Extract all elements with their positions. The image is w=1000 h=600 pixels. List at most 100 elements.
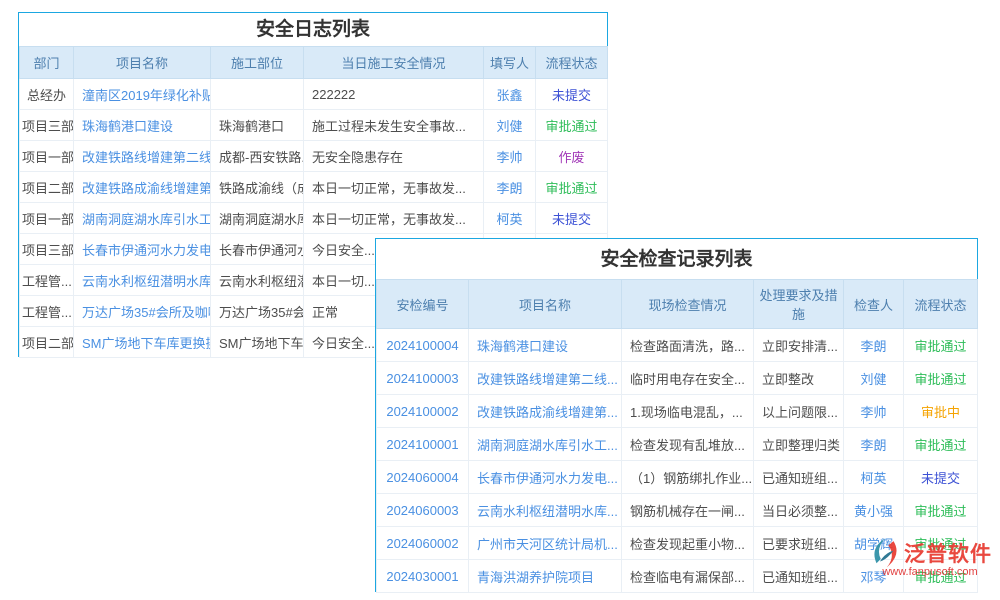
dept-cell: 工程管...	[20, 296, 74, 327]
measures-cell: 当日必须整...	[754, 494, 844, 527]
project-link[interactable]: 广州市天河区统计局机...	[469, 527, 622, 560]
location-cell: 铁路成渝线（成...	[211, 172, 304, 203]
check-id-link[interactable]: 2024060002	[377, 527, 469, 560]
writer-cell: 李朗	[484, 172, 536, 203]
status-badge: 审批通过	[904, 428, 978, 461]
status-badge: 审批通过	[904, 494, 978, 527]
col-header-inspector: 检查人	[844, 280, 904, 329]
table-row: 项目一部湖南洞庭湖水库引水工程...湖南洞庭湖水库本日一切正常，无事故发...柯…	[20, 203, 608, 234]
safety-check-title: 安全检查记录列表	[376, 239, 977, 279]
check-id-link[interactable]: 2024100001	[377, 428, 469, 461]
project-link[interactable]: 湖南洞庭湖水库引水工程...	[74, 203, 211, 234]
table-row: 2024030001青海洪湖养护院项目检查临电有漏保部...已通知班组...邓琴…	[377, 560, 978, 593]
col-header-project: 项目名称	[74, 47, 211, 79]
writer-cell: 张鑫	[484, 79, 536, 110]
page: 安全日志列表 部门 项目名称 施工部位 当日施工安全情况 填写人 流程状态 总经…	[0, 0, 1000, 600]
inspector-cell: 李帅	[844, 395, 904, 428]
table-row: 项目一部改建铁路线增建第二线直...成都-西安铁路...无安全隐患存在李帅作废	[20, 141, 608, 172]
check-id-link[interactable]: 2024100003	[377, 362, 469, 395]
measures-cell: 已要求班组...	[754, 527, 844, 560]
safety-cell: 施工过程未发生安全事故...	[304, 110, 484, 141]
col-header-writer: 填写人	[484, 47, 536, 79]
status-badge: 审批通过	[904, 329, 978, 362]
dept-cell: 项目一部	[20, 141, 74, 172]
table-row: 2024060002广州市天河区统计局机...检查发现起重小物...已要求班组.…	[377, 527, 978, 560]
site-check-cell: 检查发现有乱堆放...	[622, 428, 754, 461]
status-badge: 审批通过	[904, 560, 978, 593]
project-link[interactable]: 湖南洞庭湖水库引水工...	[469, 428, 622, 461]
status-badge: 审批通过	[536, 172, 608, 203]
safety-log-title: 安全日志列表	[19, 13, 607, 46]
measures-cell: 立即安排清...	[754, 329, 844, 362]
project-link[interactable]: 云南水利枢纽潜明水库一...	[74, 265, 211, 296]
project-link[interactable]: 改建铁路线增建第二线直...	[74, 141, 211, 172]
safety-check-table: 安检编号 项目名称 现场检查情况 处理要求及措施 检查人 流程状态 202410…	[376, 279, 978, 593]
writer-cell: 刘健	[484, 110, 536, 141]
status-badge: 未提交	[904, 461, 978, 494]
table-row: 2024100003改建铁路线增建第二线...临时用电存在安全...立即整改刘健…	[377, 362, 978, 395]
project-link[interactable]: 改建铁路成渝线增建第...	[469, 395, 622, 428]
table-row: 2024060004长春市伊通河水力发电...（1）钢筋绑扎作业...已通知班组…	[377, 461, 978, 494]
site-check-cell: 检查发现起重小物...	[622, 527, 754, 560]
table-row: 2024100001湖南洞庭湖水库引水工...检查发现有乱堆放...立即整理归类…	[377, 428, 978, 461]
table-row: 2024100002改建铁路成渝线增建第...1.现场临电混乱，...以上问题限…	[377, 395, 978, 428]
site-check-cell: （1）钢筋绑扎作业...	[622, 461, 754, 494]
inspector-cell: 胡学辉	[844, 527, 904, 560]
project-link[interactable]: 珠海鹤港口建设	[469, 329, 622, 362]
table-row: 项目二部改建铁路成渝线增建第二...铁路成渝线（成...本日一切正常，无事故发.…	[20, 172, 608, 203]
col-header-status: 流程状态	[536, 47, 608, 79]
inspector-cell: 柯英	[844, 461, 904, 494]
site-check-cell: 检查临电有漏保部...	[622, 560, 754, 593]
location-cell: 成都-西安铁路...	[211, 141, 304, 172]
project-link[interactable]: 潼南区2019年绿化补贴项...	[74, 79, 211, 110]
status-badge: 作废	[536, 141, 608, 172]
project-link[interactable]: 万达广场35#会所及咖啡...	[74, 296, 211, 327]
project-link[interactable]: 长春市伊通河水力发电...	[469, 461, 622, 494]
safety-cell: 222222	[304, 79, 484, 110]
location-cell: 珠海鹤港口	[211, 110, 304, 141]
writer-cell: 李帅	[484, 141, 536, 172]
status-badge: 审批通过	[536, 110, 608, 141]
dept-cell: 总经办	[20, 79, 74, 110]
dept-cell: 项目二部	[20, 327, 74, 358]
site-check-cell: 1.现场临电混乱，...	[622, 395, 754, 428]
check-id-link[interactable]: 2024060003	[377, 494, 469, 527]
inspector-cell: 李朗	[844, 329, 904, 362]
project-link[interactable]: SM广场地下车库更换摄...	[74, 327, 211, 358]
project-link[interactable]: 珠海鹤港口建设	[74, 110, 211, 141]
table-row: 2024060003云南水利枢纽潜明水库...钢筋机械存在一闸...当日必须整.…	[377, 494, 978, 527]
writer-cell: 柯英	[484, 203, 536, 234]
check-id-link[interactable]: 2024030001	[377, 560, 469, 593]
status-badge: 审批通过	[904, 527, 978, 560]
measures-cell: 以上问题限...	[754, 395, 844, 428]
site-check-cell: 检查路面清洗，路...	[622, 329, 754, 362]
inspector-cell: 黄小强	[844, 494, 904, 527]
check-id-link[interactable]: 2024100004	[377, 329, 469, 362]
table-row: 总经办潼南区2019年绿化补贴项...222222张鑫未提交	[20, 79, 608, 110]
inspector-cell: 邓琴	[844, 560, 904, 593]
dept-cell: 项目三部	[20, 110, 74, 141]
dept-cell: 工程管...	[20, 265, 74, 296]
col-header-safety: 当日施工安全情况	[304, 47, 484, 79]
location-cell: 云南水利枢纽潜...	[211, 265, 304, 296]
project-link[interactable]: 改建铁路成渝线增建第二...	[74, 172, 211, 203]
measures-cell: 立即整理归类	[754, 428, 844, 461]
measures-cell: 立即整改	[754, 362, 844, 395]
location-cell: 长春市伊通河水...	[211, 234, 304, 265]
status-badge: 审批中	[904, 395, 978, 428]
safety-check-table-card: 安全检查记录列表 安检编号 项目名称 现场检查情况 处理要求及措施 检查人 流程…	[375, 238, 978, 592]
project-link[interactable]: 青海洪湖养护院项目	[469, 560, 622, 593]
project-link[interactable]: 云南水利枢纽潜明水库...	[469, 494, 622, 527]
location-cell: SM广场地下车库	[211, 327, 304, 358]
project-link[interactable]: 改建铁路线增建第二线...	[469, 362, 622, 395]
project-link[interactable]: 长春市伊通河水力发电厂...	[74, 234, 211, 265]
status-badge: 审批通过	[904, 362, 978, 395]
safety-cell: 本日一切正常，无事故发...	[304, 172, 484, 203]
table-row: 2024100004珠海鹤港口建设检查路面清洗，路...立即安排清...李朗审批…	[377, 329, 978, 362]
col-header-site-check: 现场检查情况	[622, 280, 754, 329]
check-id-link[interactable]: 2024100002	[377, 395, 469, 428]
col-header-check-id: 安检编号	[377, 280, 469, 329]
check-id-link[interactable]: 2024060004	[377, 461, 469, 494]
col-header-project: 项目名称	[469, 280, 622, 329]
location-cell: 万达广场35#会...	[211, 296, 304, 327]
